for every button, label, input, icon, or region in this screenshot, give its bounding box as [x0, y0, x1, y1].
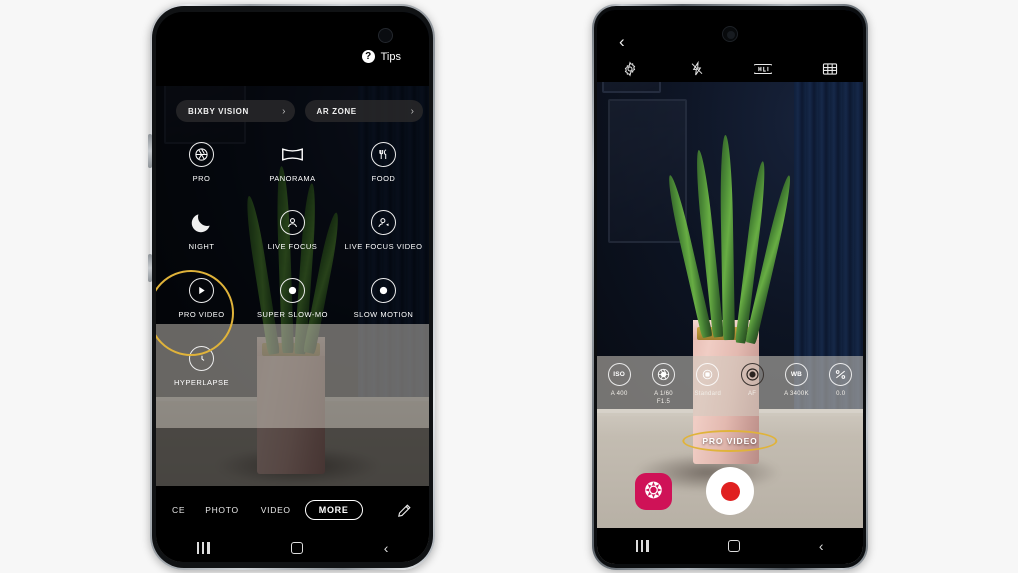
ar-zone-label: AR ZONE [316, 106, 357, 116]
play-circle-icon [189, 278, 214, 303]
bixby-vision-button[interactable]: BIXBY VISION › [176, 100, 295, 122]
tips-button[interactable]: ? Tips [361, 50, 401, 63]
back-icon[interactable]: ‹ [384, 541, 389, 555]
focus-icon [740, 363, 764, 386]
right-phone-screen: ‹ ISO A 400 A 1/60 F1.5 Standard AF WB A… [597, 10, 863, 564]
mode-grid-row: PRO VIDEO SUPER SLOW-MO SLOW MOTION [156, 272, 429, 340]
tab-video[interactable]: VIDEO [261, 505, 291, 515]
question-mark-icon: ? [361, 50, 375, 63]
left-phone: ? Tips BIXBY VISION › AR ZONE › PRO PANO… [148, 4, 435, 570]
control-value: A 1/60 F1.5 [654, 391, 673, 405]
color-tone-icon [696, 363, 720, 386]
food-icon [371, 142, 396, 167]
control-value: Standard [694, 391, 722, 397]
resolution-icon[interactable] [730, 62, 797, 76]
tips-label: Tips [380, 50, 401, 63]
flower-thumbnail-icon: ❂ [644, 478, 663, 503]
home-icon[interactable] [728, 540, 741, 552]
camera-mode-grid: PRO PANORAMA FOOD NIGHT LIVE FOCUS LIVE … [156, 136, 429, 510]
mode-panorama[interactable]: PANORAMA [247, 136, 338, 204]
back-icon[interactable]: ‹ [819, 539, 824, 553]
left-status-area [156, 12, 429, 86]
mode-hyperlapse[interactable]: HYPERLAPSE [156, 340, 247, 408]
mode-live-focus[interactable]: LIVE FOCUS [247, 204, 338, 272]
mode-label: LIVE FOCUS VIDEO [344, 242, 423, 251]
back-chevron-icon[interactable]: ‹ [619, 32, 625, 52]
mode-label: HYPERLAPSE [173, 378, 230, 387]
tab-live-focus-truncated[interactable]: CE [172, 505, 185, 515]
tab-photo[interactable]: PHOTO [205, 505, 239, 515]
control-color-tone[interactable]: Standard [686, 363, 730, 398]
recents-icon[interactable] [636, 540, 650, 552]
panorama-icon [280, 142, 305, 167]
mode-label: PRO [192, 174, 211, 183]
camera-tab-bar: CE PHOTO VIDEO MORE [156, 486, 429, 534]
flash-off-icon[interactable] [664, 61, 731, 77]
mode-label: PANORAMA [269, 174, 316, 183]
shutter-row: ❂ [597, 462, 863, 520]
mode-super-slow-mo[interactable]: SUPER SLOW-MO [247, 272, 338, 340]
mode-grid-row: PRO PANORAMA FOOD [156, 136, 429, 204]
record-dot-icon [720, 481, 740, 501]
front-camera-punch-hole [378, 28, 393, 43]
exposure-value-icon [829, 363, 853, 386]
dot-circle-icon [371, 278, 396, 303]
clock-icon [189, 346, 214, 371]
left-phone-screen: ? Tips BIXBY VISION › AR ZONE › PRO PANO… [156, 12, 429, 562]
control-exposure-value[interactable]: 0.0 [819, 363, 863, 398]
moon-icon [189, 210, 214, 235]
chevron-right-icon: › [282, 105, 286, 117]
mode-pro[interactable]: PRO [156, 136, 247, 204]
mode-label: LIVE FOCUS [267, 242, 318, 251]
mode-label: PRO VIDEO [178, 310, 225, 319]
right-phone: ‹ ISO A 400 A 1/60 F1.5 Standard AF WB A… [592, 4, 868, 570]
control-focus[interactable]: AF [730, 363, 774, 398]
iso-icon: ISO [607, 363, 631, 386]
bixby-vision-label: BIXBY VISION [188, 106, 249, 116]
control-value: A 3400K [784, 391, 809, 397]
shutter-speed-icon [651, 363, 675, 386]
pro-video-mode-label-highlight[interactable]: PRO VIDEO [682, 430, 778, 452]
aspect-grid-icon[interactable] [797, 62, 864, 76]
control-iso[interactable]: ISO A 400 [597, 363, 641, 398]
recents-icon[interactable] [196, 542, 210, 554]
left-navigation-bar: ‹ [156, 534, 429, 562]
ar-zone-button[interactable]: AR ZONE › [304, 100, 423, 122]
gallery-thumbnail[interactable]: ❂ [635, 472, 672, 510]
dot-circle-icon [280, 278, 305, 303]
chevron-right-icon: › [410, 105, 414, 117]
record-button[interactable] [706, 467, 754, 515]
mode-grid-row: NIGHT LIVE FOCUS LIVE FOCUS VIDEO [156, 204, 429, 272]
mode-label: SLOW MOTION [353, 310, 414, 319]
control-value: 0.0 [836, 391, 846, 397]
mode-night[interactable]: NIGHT [156, 204, 247, 272]
camera-tool-row [597, 56, 863, 82]
tab-more[interactable]: MORE [304, 500, 363, 520]
control-value: AF [748, 391, 757, 397]
mode-slow-motion[interactable]: SLOW MOTION [338, 272, 429, 340]
pencil-icon[interactable] [396, 502, 413, 519]
mode-label: NIGHT [188, 242, 215, 251]
left-phone-power-key[interactable] [148, 254, 152, 282]
mode-label: FOOD [371, 174, 396, 183]
control-value: A 400 [610, 391, 628, 397]
mode-label: SUPER SLOW-MO [257, 310, 328, 319]
white-balance-icon: WB [784, 363, 808, 386]
front-camera-punch-hole [722, 26, 738, 42]
mode-grid-row: HYPERLAPSE [156, 340, 429, 408]
control-white-balance[interactable]: WB A 3400K [774, 363, 818, 398]
quick-feature-pills: BIXBY VISION › AR ZONE › [176, 100, 423, 122]
mode-live-focus-video[interactable]: LIVE FOCUS VIDEO [338, 204, 429, 272]
mode-pro-video[interactable]: PRO VIDEO [156, 272, 247, 340]
control-shutter-speed[interactable]: A 1/60 F1.5 [641, 363, 685, 406]
right-navigation-bar: ‹ [597, 528, 863, 564]
person-icon [280, 210, 305, 235]
mode-food[interactable]: FOOD [338, 136, 429, 204]
left-phone-volume-key[interactable] [148, 134, 152, 168]
home-icon[interactable] [290, 542, 303, 554]
person-video-icon [371, 210, 396, 235]
pro-video-control-panel: ISO A 400 A 1/60 F1.5 Standard AF WB A 3… [597, 356, 863, 416]
aperture-icon [189, 142, 214, 167]
settings-gear-icon[interactable] [597, 61, 664, 77]
